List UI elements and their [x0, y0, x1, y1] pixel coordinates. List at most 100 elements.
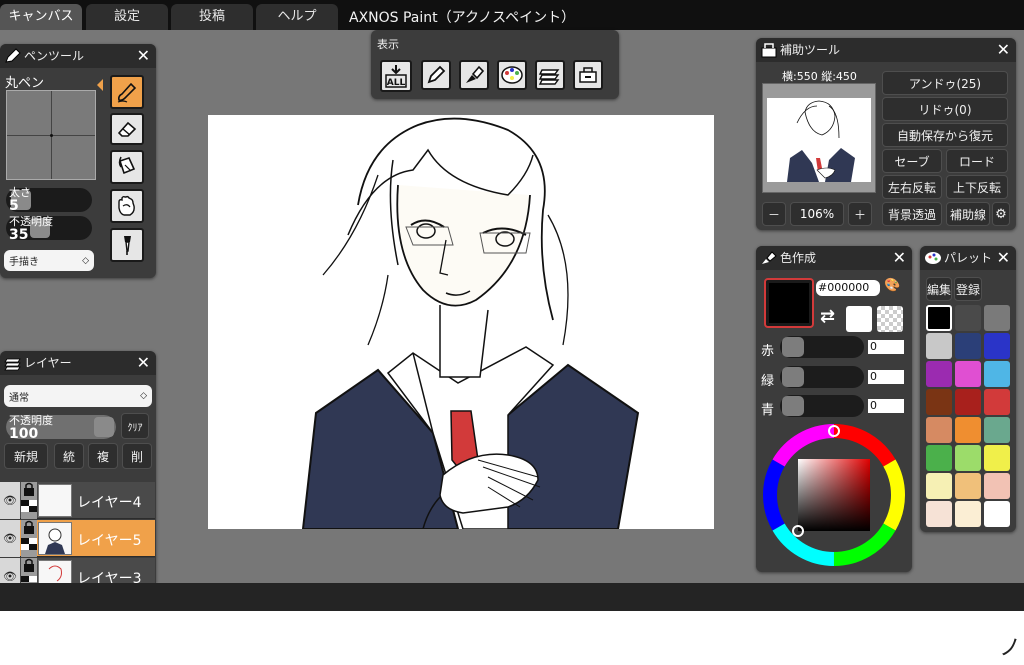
red-slider[interactable] [780, 336, 864, 358]
save-button[interactable]: セーブ [882, 149, 942, 173]
palette-swatch[interactable] [955, 333, 981, 359]
close-icon[interactable]: ✕ [997, 248, 1010, 268]
merge-layer-button[interactable]: 統 [54, 443, 84, 469]
secondary-color-swatch[interactable] [846, 306, 872, 332]
duplicate-layer-button[interactable]: 複 [88, 443, 118, 469]
layer-titlebar[interactable]: レイヤー ✕ [0, 351, 156, 375]
palette-swatch[interactable] [955, 417, 981, 443]
bucket-tool-button[interactable] [110, 150, 144, 184]
palette-swatch[interactable] [984, 333, 1010, 359]
lock-icon[interactable] [21, 482, 37, 519]
color-tool-toggle-icon[interactable] [459, 60, 489, 90]
palette-swatch[interactable] [926, 501, 952, 527]
redo-button[interactable]: リドゥ(0) [882, 97, 1008, 121]
blue-slider[interactable] [780, 395, 864, 417]
draw-mode-select[interactable]: 手描き ◇ [4, 250, 94, 271]
transparent-color-swatch[interactable] [877, 306, 903, 332]
close-icon[interactable]: ✕ [137, 353, 150, 373]
assist-tool-titlebar[interactable]: 補助ツール ✕ [756, 38, 1016, 62]
palette-swatch[interactable] [926, 445, 952, 471]
blue-slider-knob[interactable] [782, 396, 804, 416]
flip-vertical-button[interactable]: 上下反転 [946, 175, 1008, 199]
eye-icon[interactable]: 👁 [0, 520, 20, 557]
close-icon[interactable]: ✕ [893, 248, 906, 268]
current-color-swatch[interactable] [764, 278, 814, 328]
palette-swatch[interactable] [984, 445, 1010, 471]
drawing-canvas[interactable] [208, 115, 714, 529]
palette-swatch[interactable] [955, 473, 981, 499]
color-make-titlebar[interactable]: 色作成 ✕ [756, 246, 912, 270]
palette-swatch[interactable] [955, 361, 981, 387]
palette-swatch[interactable] [984, 389, 1010, 415]
undo-button[interactable]: アンドゥ(25) [882, 71, 1008, 95]
palette-swatch[interactable] [926, 361, 952, 387]
guide-line-button[interactable]: 補助線 [946, 202, 990, 226]
red-value-input[interactable]: 0 [868, 340, 904, 354]
palette-toggle-icon[interactable] [497, 60, 527, 90]
gear-icon[interactable]: ⚙ [992, 202, 1010, 226]
pen-tool-toggle-icon[interactable] [421, 60, 451, 90]
tab-help[interactable]: ヘルプ [256, 4, 338, 30]
blend-mode-select[interactable]: 通常 ◇ [4, 385, 152, 407]
tab-canvas[interactable]: キャンバス [0, 4, 82, 30]
blue-value-input[interactable]: 0 [868, 399, 904, 413]
clear-button[interactable]: ｸﾘｱ [121, 413, 149, 439]
zoom-level[interactable]: 106% [790, 202, 844, 226]
hand-tool-button[interactable] [110, 189, 144, 223]
palette-swatch[interactable] [926, 473, 952, 499]
palette-titlebar[interactable]: パレット ✕ [920, 246, 1016, 270]
zoom-in-button[interactable]: ＋ [848, 202, 872, 226]
palette-icon[interactable]: 🎨 [884, 278, 904, 296]
palette-swatch[interactable] [926, 305, 952, 331]
palette-swatch[interactable] [984, 501, 1010, 527]
color-wheel[interactable] [762, 423, 906, 567]
layer-opacity-knob[interactable] [94, 417, 114, 437]
layer-row[interactable]: 👁 レイヤー3 [0, 558, 155, 583]
lock-icon[interactable] [21, 520, 37, 557]
green-slider[interactable] [780, 366, 864, 388]
swap-colors-icon[interactable]: ⇄ [820, 306, 835, 327]
flip-horizontal-button[interactable]: 左右反転 [882, 175, 942, 199]
palette-swatch[interactable] [984, 473, 1010, 499]
red-slider-knob[interactable] [782, 337, 804, 357]
restore-autosave-button[interactable]: 自動保存から復元 [882, 123, 1008, 147]
palette-swatch[interactable] [955, 389, 981, 415]
eraser-tool-button[interactable] [110, 113, 144, 145]
load-button[interactable]: ロード [946, 149, 1008, 173]
red-label: 赤 [761, 344, 775, 359]
palette-swatch[interactable] [926, 389, 952, 415]
palette-swatch[interactable] [955, 445, 981, 471]
assist-tool-toggle-icon[interactable] [573, 60, 603, 90]
palette-swatch[interactable] [984, 305, 1010, 331]
layer-row[interactable]: 👁 レイヤー4 [0, 482, 155, 519]
palette-swatch[interactable] [926, 333, 952, 359]
eye-icon[interactable]: 👁 [0, 482, 20, 519]
palette-swatch[interactable] [984, 417, 1010, 443]
palette-swatch[interactable] [926, 417, 952, 443]
background-transparent-button[interactable]: 背景透過 [882, 202, 942, 226]
palette-edit-button[interactable]: 編集 [926, 277, 952, 301]
eyedropper-tool-button[interactable] [110, 228, 144, 262]
eye-icon[interactable]: 👁 [0, 558, 20, 583]
palette-swatch[interactable] [984, 361, 1010, 387]
new-layer-button[interactable]: 新規 [4, 443, 48, 469]
delete-layer-button[interactable]: 削 [122, 443, 152, 469]
tab-settings[interactable]: 設定 [86, 4, 168, 30]
layer-row[interactable]: 👁 レイヤー5 [0, 520, 155, 557]
green-slider-knob[interactable] [782, 367, 804, 387]
green-value-input[interactable]: 0 [868, 370, 904, 384]
palette-swatch[interactable] [955, 501, 981, 527]
zoom-out-button[interactable]: － [762, 202, 786, 226]
navigator-preview[interactable] [762, 83, 876, 193]
palette-swatch[interactable] [955, 305, 981, 331]
hex-input[interactable]: #000000 [816, 280, 880, 296]
close-icon[interactable]: ✕ [137, 46, 150, 66]
select-all-icon[interactable]: ALL [380, 60, 412, 92]
pen-tool-button[interactable] [110, 75, 144, 109]
layer-toggle-icon[interactable] [535, 60, 565, 90]
lock-icon[interactable] [21, 558, 37, 583]
tab-post[interactable]: 投稿 [171, 4, 253, 30]
pen-tool-titlebar[interactable]: ペンツール ✕ [0, 44, 156, 68]
close-icon[interactable]: ✕ [997, 40, 1010, 60]
palette-register-button[interactable]: 登録 [954, 277, 982, 301]
